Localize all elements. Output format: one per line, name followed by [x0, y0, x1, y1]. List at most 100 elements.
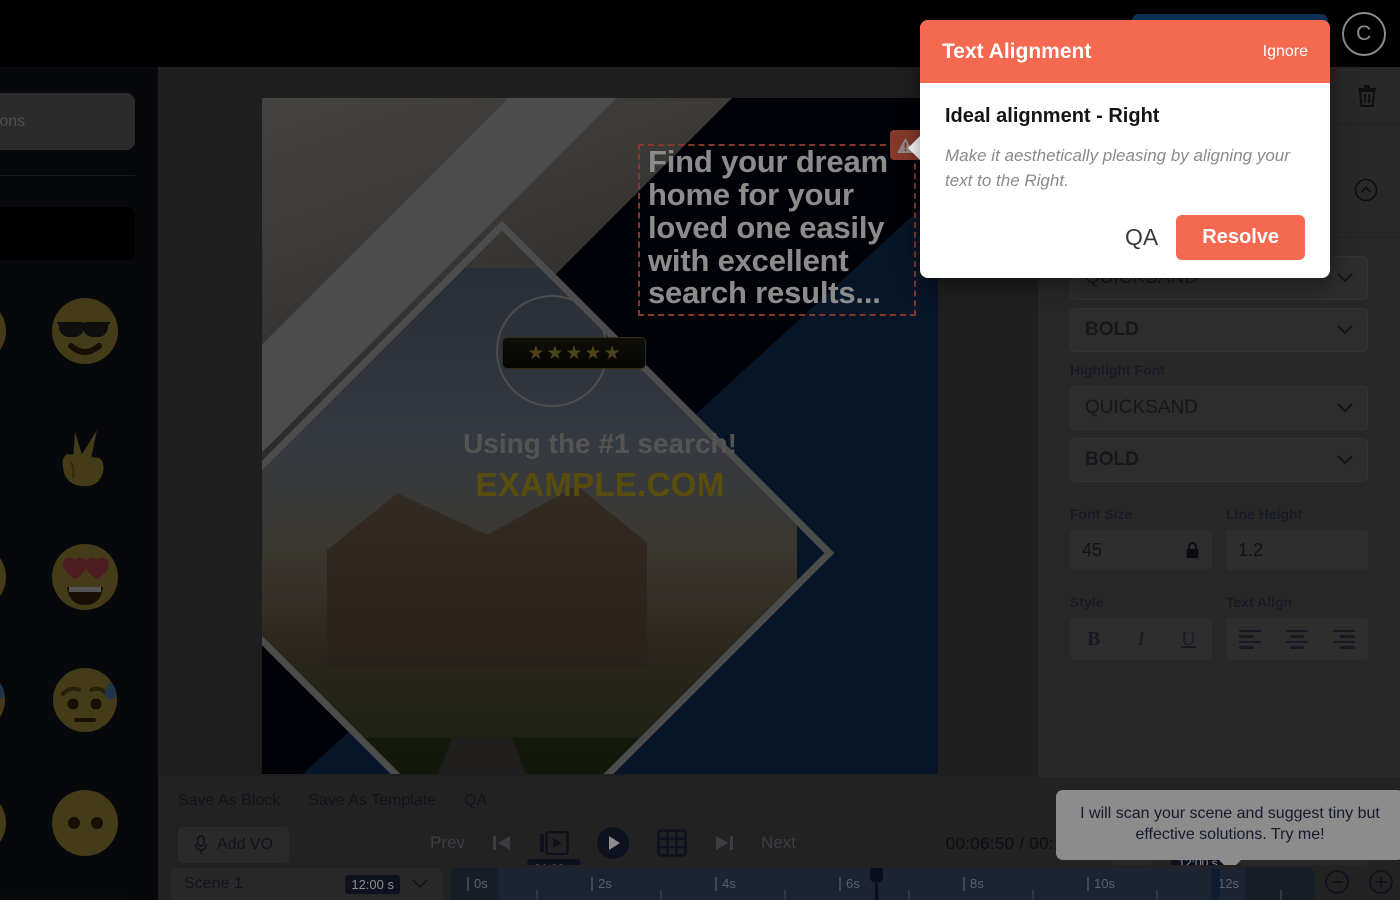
- scene-duration-badge: 12:00 s: [345, 874, 400, 894]
- star-icon: ★: [546, 342, 564, 364]
- scene-track-header[interactable]: Scene 1 12:00 s: [170, 868, 442, 900]
- panel-body: QUICKSAND BOLD Highlight Font QUICKSAND: [1038, 238, 1400, 660]
- resolve-button[interactable]: Resolve: [1176, 215, 1305, 261]
- chevron-down-icon: [1337, 273, 1353, 283]
- tick-label: 4s: [715, 876, 736, 891]
- collapse-section-button[interactable]: [1354, 178, 1378, 207]
- save-as-template-link[interactable]: Save As Template: [308, 792, 436, 810]
- heart-eyes-face-emoji: [0, 558, 6, 596]
- align-right-icon[interactable]: [1333, 629, 1356, 649]
- canvas-area: LOGO Using the #1 search! EXAMPLE.COM ★ …: [158, 67, 1038, 777]
- timeline-ruler[interactable]: 0s 2s 4s 6s 8s 10s 12s: [450, 868, 1314, 900]
- italic-button[interactable]: I: [1118, 628, 1165, 651]
- align-center-icon[interactable]: [1285, 629, 1308, 649]
- popup-header: Text Alignment Ignore: [920, 20, 1330, 83]
- skip-back-icon: [492, 836, 510, 850]
- emoji-item[interactable]: [0, 282, 18, 380]
- highlight-weight-select[interactable]: BOLD: [1070, 438, 1368, 482]
- avatar-initial: C: [1356, 22, 1372, 45]
- search-input[interactable]: ers & icons: [0, 93, 135, 150]
- line-height-value: 1.2: [1238, 539, 1264, 560]
- emoji-item[interactable]: [40, 774, 130, 872]
- sticker-preview-tile[interactable]: [0, 207, 135, 260]
- font-size-input[interactable]: 45: [1070, 530, 1212, 570]
- current-time: 00:06:50: [945, 834, 1015, 853]
- plus-circle-icon[interactable]: [1368, 869, 1394, 895]
- font-weight-select[interactable]: BOLD: [1070, 308, 1368, 352]
- chevron-down-icon[interactable]: [412, 879, 428, 889]
- tick-label: 8s: [963, 876, 984, 891]
- no-mouth-face-emoji: [0, 804, 6, 842]
- avatar[interactable]: C: [1342, 12, 1386, 56]
- emoji-item[interactable]: [40, 405, 130, 503]
- timeline: Scene 1 12:00 s 0s 2s 4s 6s 8s 10s 12s: [158, 865, 1400, 900]
- popup-subtitle: Ideal alignment - Right: [945, 105, 1160, 127]
- stickers-panel: ers & icons: [0, 67, 158, 900]
- playback-controls: Add VO Prev 01:00 s: [172, 790, 1400, 879]
- add-vo-button[interactable]: Add VO: [178, 827, 290, 863]
- lock-icon[interactable]: [1185, 541, 1200, 559]
- bold-button[interactable]: B: [1070, 628, 1117, 651]
- star-icon: ★: [584, 342, 602, 364]
- ai-tooltip-text: I will scan your scene and suggest tiny …: [1080, 805, 1380, 843]
- victory-hand-emoji: [0, 414, 13, 494]
- timeline-zoom-controls: [1324, 869, 1394, 895]
- selected-text-element[interactable]: Find your dream home for your loved one …: [638, 130, 938, 316]
- timeline-end-marker[interactable]: [1211, 868, 1220, 900]
- line-height-input[interactable]: 1.2: [1226, 530, 1368, 570]
- ai-assistant-tooltip: I will scan your scene and suggest tiny …: [1056, 790, 1400, 860]
- skip-forward-icon: [715, 836, 733, 850]
- emoji-item[interactable]: [40, 528, 130, 626]
- scene-name: Scene 1: [184, 875, 243, 892]
- star-icon: ★: [527, 342, 545, 364]
- qa-link[interactable]: QA: [464, 792, 487, 810]
- delete-button[interactable]: [1350, 79, 1384, 113]
- add-vo-label: Add VO: [217, 836, 274, 853]
- tick-label: 10s: [1087, 876, 1115, 891]
- minus-circle-icon[interactable]: [1324, 869, 1350, 895]
- next-scene-button[interactable]: [713, 833, 735, 853]
- sweat-face-emoji: [0, 682, 5, 718]
- highlight-weight-value: BOLD: [1085, 449, 1139, 470]
- highlight-font-label: Highlight Font: [1070, 362, 1165, 378]
- emoji-item[interactable]: [40, 651, 130, 749]
- emoji-item[interactable]: [0, 528, 18, 626]
- panel-divider: [0, 175, 135, 176]
- trash-icon: [1358, 85, 1376, 107]
- next-label[interactable]: Next: [761, 833, 796, 853]
- microphone-icon: [194, 835, 208, 854]
- play-circle-icon: [596, 827, 629, 859]
- underline-button[interactable]: U: [1165, 628, 1212, 651]
- victory-hand-emoji: [62, 430, 104, 487]
- timeline-playhead[interactable]: [870, 868, 883, 900]
- emoji-item[interactable]: [0, 651, 18, 749]
- prev-scene-button[interactable]: [491, 833, 513, 853]
- popup-title: Text Alignment: [942, 39, 1092, 63]
- tick-label: 6s: [839, 876, 860, 891]
- grid-view-button[interactable]: [657, 829, 687, 857]
- play-scene-button[interactable]: 01:00 s: [527, 831, 581, 879]
- chevron-up-circle-icon: [1354, 178, 1378, 202]
- chevron-down-icon: [1337, 403, 1353, 413]
- bottom-links: Save As Block Save As Template QA: [178, 792, 487, 810]
- ignore-button[interactable]: Ignore: [1263, 43, 1308, 61]
- save-as-block-link[interactable]: Save As Block: [178, 792, 280, 810]
- emoji-grid: [0, 282, 158, 897]
- scene-stage[interactable]: LOGO Using the #1 search! EXAMPLE.COM ★ …: [262, 98, 938, 774]
- highlight-font-select[interactable]: QUICKSAND: [1070, 386, 1368, 430]
- emoji-item[interactable]: [0, 774, 18, 872]
- heart-eyes-face-emoji: [52, 544, 118, 610]
- emoji-item[interactable]: [0, 405, 18, 503]
- text-align-button-group: [1226, 618, 1368, 660]
- no-mouth-face-emoji: [52, 790, 118, 856]
- font-size-label: Font Size: [1070, 506, 1133, 522]
- align-left-icon[interactable]: [1238, 629, 1261, 649]
- highlight-font-value: QUICKSAND: [1085, 397, 1198, 418]
- domain-text: EXAMPLE.COM: [475, 466, 725, 503]
- emoji-item[interactable]: [40, 282, 130, 380]
- play-scene-icon: [539, 831, 569, 855]
- popup-actions: QA Resolve: [945, 215, 1305, 261]
- tick-label: 2s: [591, 876, 612, 891]
- play-button[interactable]: [595, 825, 631, 861]
- prev-label[interactable]: Prev: [430, 833, 465, 853]
